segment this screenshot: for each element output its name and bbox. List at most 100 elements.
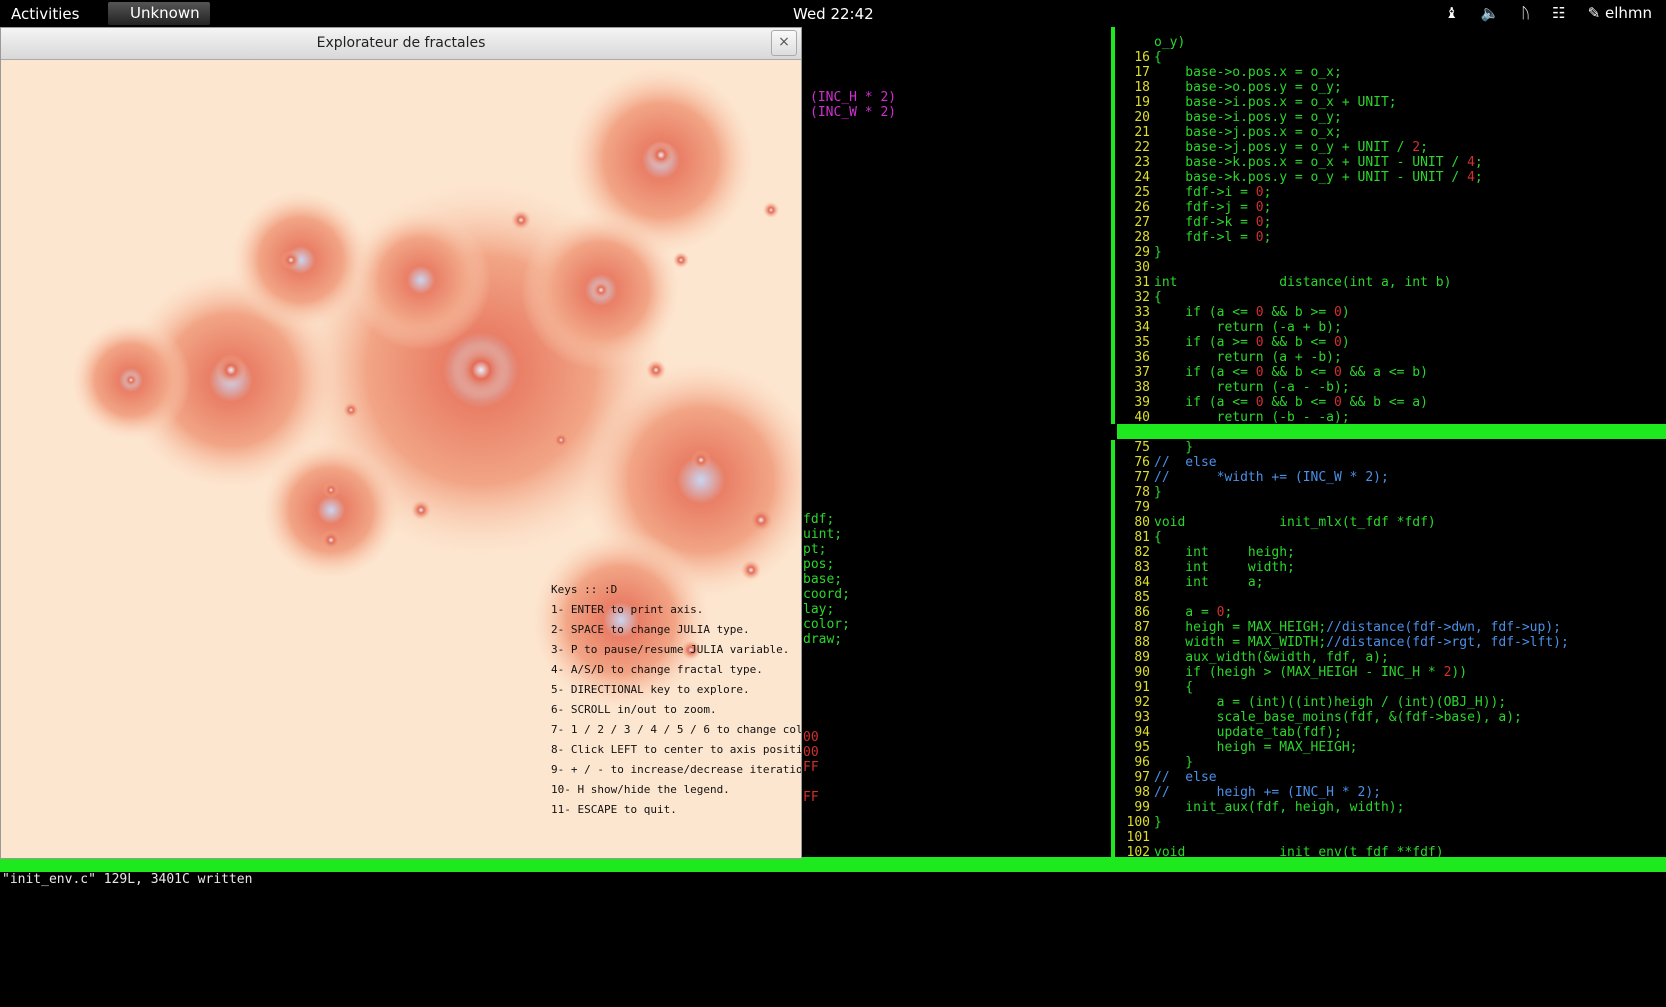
line-text: if (a <= 0 && b <= 0 && b <= a) bbox=[1154, 395, 1428, 410]
legend-item: 7- 1 / 2 / 3 / 4 / 5 / 6 to change color… bbox=[551, 723, 801, 736]
volume-icon[interactable]: 🔈 bbox=[1480, 4, 1499, 22]
vertical-split[interactable] bbox=[1111, 440, 1115, 870]
fractal-blob bbox=[411, 500, 431, 520]
line-number: 30 bbox=[1134, 260, 1150, 275]
code-line: 39 if (a <= 0 && b <= 0 && b <= a) bbox=[1116, 395, 1428, 410]
legend-item: Keys :: :D bbox=[551, 583, 618, 596]
line-text: base->i.pos.x = o_x + UNIT; bbox=[1154, 95, 1397, 110]
line-text: } bbox=[1154, 755, 1194, 770]
line-number: 93 bbox=[1134, 710, 1150, 725]
window-title: Explorateur de fractales bbox=[316, 35, 486, 51]
accessibility-icon[interactable]: ♝ bbox=[1445, 4, 1458, 22]
line-text: } bbox=[1154, 485, 1162, 500]
code-snippet: pos; bbox=[803, 557, 835, 572]
fractal-blob bbox=[741, 560, 761, 580]
code-line: 33 if (a <= 0 && b >= 0) bbox=[1116, 305, 1349, 320]
fractal-blob bbox=[123, 372, 139, 388]
fractal-blob bbox=[647, 141, 675, 169]
line-number: 38 bbox=[1134, 380, 1150, 395]
code-snippet: pt; bbox=[803, 542, 827, 557]
code-line: 99 init_aux(fdf, heigh, width); bbox=[1116, 800, 1404, 815]
code-line: 16 { bbox=[1116, 50, 1161, 65]
code-line: 100} bbox=[1116, 815, 1162, 830]
code-line: 92 a = (int)((int)heigh / (int)(OBJ_H)); bbox=[1116, 695, 1506, 710]
status-pos: 58,17 bbox=[966, 917, 1006, 932]
line-number: 92 bbox=[1134, 695, 1150, 710]
code-line: 78} bbox=[1116, 485, 1162, 500]
code-line: 86 a = 0; bbox=[1116, 605, 1232, 620]
line-text: base->i.pos.y = o_y; bbox=[1154, 110, 1342, 125]
clock[interactable]: Wed 22:42 bbox=[793, 5, 874, 23]
system-tray: ♝ 🔈 ᚢ ☷ ✎ elhmn bbox=[1445, 4, 1652, 22]
fractal-window[interactable]: Explorateur de fractales × Keys :: :D 1- … bbox=[0, 27, 802, 859]
fractal-blob bbox=[323, 482, 339, 498]
line-number: 99 bbox=[1134, 800, 1150, 815]
line-number: 79 bbox=[1134, 500, 1150, 515]
code-snippet: 00 bbox=[803, 745, 819, 760]
line-number: 90 bbox=[1134, 665, 1150, 680]
line-number: 88 bbox=[1134, 635, 1150, 650]
fractal-blob bbox=[281, 250, 301, 270]
fractal-blob bbox=[343, 402, 359, 418]
line-number: 18 bbox=[1134, 80, 1150, 95]
code-line: 25 fdf->i = 0; bbox=[1116, 185, 1271, 200]
fractal-canvas[interactable]: Keys :: :D 1- ENTER to print axis. 2- SPAC… bbox=[1, 60, 801, 858]
line-text: return (-a - -b); bbox=[1154, 380, 1350, 395]
line-text: if (a >= 0 && b <= 0) bbox=[1154, 335, 1350, 350]
line-number: 26 bbox=[1134, 200, 1150, 215]
line-number: 86 bbox=[1134, 605, 1150, 620]
line-number: 98 bbox=[1134, 785, 1150, 800]
line-number: 94 bbox=[1134, 725, 1150, 740]
code-line: 30 bbox=[1116, 260, 1154, 275]
close-button[interactable]: × bbox=[771, 30, 797, 56]
line-text: } bbox=[1154, 440, 1194, 455]
fractal-blob bbox=[749, 508, 773, 532]
fractal-blob bbox=[351, 210, 491, 350]
code-line: 37 if (a <= 0 && b <= 0 && a <= b) bbox=[1116, 365, 1428, 380]
status-file: init_env.c bbox=[1122, 947, 1201, 962]
legend-item: 8- Click LEFT to center to axis position… bbox=[551, 743, 801, 756]
line-number: 77 bbox=[1134, 470, 1150, 485]
line-text: return (a + -b); bbox=[1154, 350, 1342, 365]
code-line: 35 if (a >= 0 && b <= 0) bbox=[1116, 335, 1350, 350]
code-line: 87 heigh = MAX_HEIGH;//distance(fdf->dwn… bbox=[1116, 620, 1561, 635]
line-text: base->j.pos.x = o_x; bbox=[1154, 125, 1342, 140]
line-number: 17 bbox=[1134, 65, 1150, 80]
bluetooth-icon[interactable]: ᚢ bbox=[1521, 4, 1530, 22]
vertical-split[interactable] bbox=[1111, 27, 1115, 424]
line-number: 20 bbox=[1134, 110, 1150, 125]
code-snippet: uint; bbox=[803, 527, 843, 542]
line-number: 37 bbox=[1134, 365, 1150, 380]
line-text: // else bbox=[1154, 770, 1217, 785]
line-text: update_tab(fdf); bbox=[1154, 725, 1342, 740]
line-number: 23 bbox=[1134, 155, 1150, 170]
code-snippet: base; bbox=[803, 572, 843, 587]
legend-item: 6- SCROLL in/out to zoom. bbox=[551, 703, 717, 716]
line-text: scale_base_moins(fdf, &(fdf->base), a); bbox=[1154, 710, 1522, 725]
code-snippet: fdf; bbox=[803, 512, 835, 527]
command-line[interactable]: "init_env.c" 129L, 3401C written bbox=[2, 872, 252, 887]
line-text: base->o.pos.x = o_x; bbox=[1154, 65, 1342, 80]
code-line: 31 int distance(int a, int b) bbox=[1116, 275, 1451, 290]
line-text: int width; bbox=[1154, 560, 1295, 575]
window-titlebar[interactable]: Explorateur de fractales × bbox=[1, 28, 801, 60]
code-snippet: (INC_H * 2) bbox=[810, 90, 897, 105]
line-text: base->k.pos.x = o_x + UNIT - UNIT / 4; bbox=[1154, 155, 1483, 170]
fractal-blob bbox=[646, 360, 666, 380]
line-text: return (-b - -a); bbox=[1154, 410, 1350, 425]
line-text: // *width += (INC_W * 2); bbox=[1154, 470, 1389, 485]
line-text: if (a <= 0 && b <= 0 && a <= b) bbox=[1154, 365, 1428, 380]
activities-button[interactable]: Activities bbox=[11, 5, 79, 23]
code-line: 88 width = MAX_WIDTH;//distance(fdf->rgt… bbox=[1116, 635, 1568, 650]
app-menu-button[interactable]: Unknown bbox=[108, 2, 210, 25]
code-line: 19 base->i.pos.x = o_x + UNIT; bbox=[1116, 95, 1397, 110]
line-text: } bbox=[1154, 245, 1162, 260]
line-text: base->o.pos.y = o_y; bbox=[1154, 80, 1342, 95]
code-line: 79 bbox=[1116, 500, 1154, 515]
line-text: base->j.pos.y = o_y + UNIT / 2; bbox=[1154, 140, 1428, 155]
network-icon[interactable]: ☷ bbox=[1552, 4, 1565, 22]
user-menu[interactable]: ✎ elhmn bbox=[1588, 4, 1652, 22]
code-line: 28 fdf->l = 0; bbox=[1116, 230, 1271, 245]
line-text: o_y) bbox=[1154, 35, 1186, 50]
code-line: 75 } bbox=[1116, 440, 1193, 455]
